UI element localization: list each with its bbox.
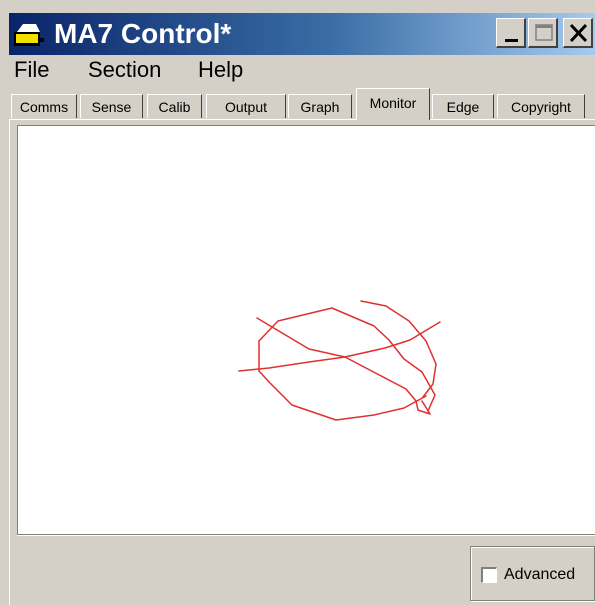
app-icon[interactable] (12, 18, 46, 50)
trace-lower (258, 370, 427, 421)
advanced-label[interactable]: Advanced (504, 563, 575, 587)
menu-file[interactable]: File (14, 55, 49, 85)
minimize-button[interactable] (496, 18, 526, 48)
trace-outline (258, 307, 436, 412)
menu-bar: File Section Help (9, 55, 595, 85)
tab-monitor[interactable]: Monitor (356, 88, 430, 120)
bottom-separator (17, 534, 595, 536)
maximize-icon (535, 24, 553, 41)
title-bar[interactable]: MA7 Control* (9, 13, 595, 55)
tab-comms[interactable]: Comms (11, 94, 77, 118)
trace-arc (360, 300, 437, 398)
minimize-icon (505, 39, 518, 42)
close-icon (569, 23, 588, 43)
tab-strip: Comms Sense Calib Output Graph Monitor E… (9, 88, 595, 120)
monitor-display (17, 125, 595, 534)
tab-calib[interactable]: Calib (147, 94, 202, 118)
tab-output[interactable]: Output (206, 94, 286, 118)
tab-graph[interactable]: Graph (288, 94, 352, 118)
menu-section[interactable]: Section (88, 55, 161, 85)
advanced-checkbox[interactable] (481, 567, 497, 583)
advanced-group: Advanced (470, 546, 595, 601)
monitor-trace (238, 300, 441, 421)
menu-help[interactable]: Help (198, 55, 243, 85)
tab-copyright[interactable]: Copyright (497, 94, 585, 118)
tab-sense[interactable]: Sense (80, 94, 143, 118)
main-window: MA7 Control* File Section Help Comms Sen… (0, 0, 595, 605)
tab-edge[interactable]: Edge (432, 94, 494, 118)
window-title: MA7 Control* (54, 18, 232, 49)
maximize-button[interactable] (528, 18, 558, 48)
close-button[interactable] (563, 18, 593, 48)
